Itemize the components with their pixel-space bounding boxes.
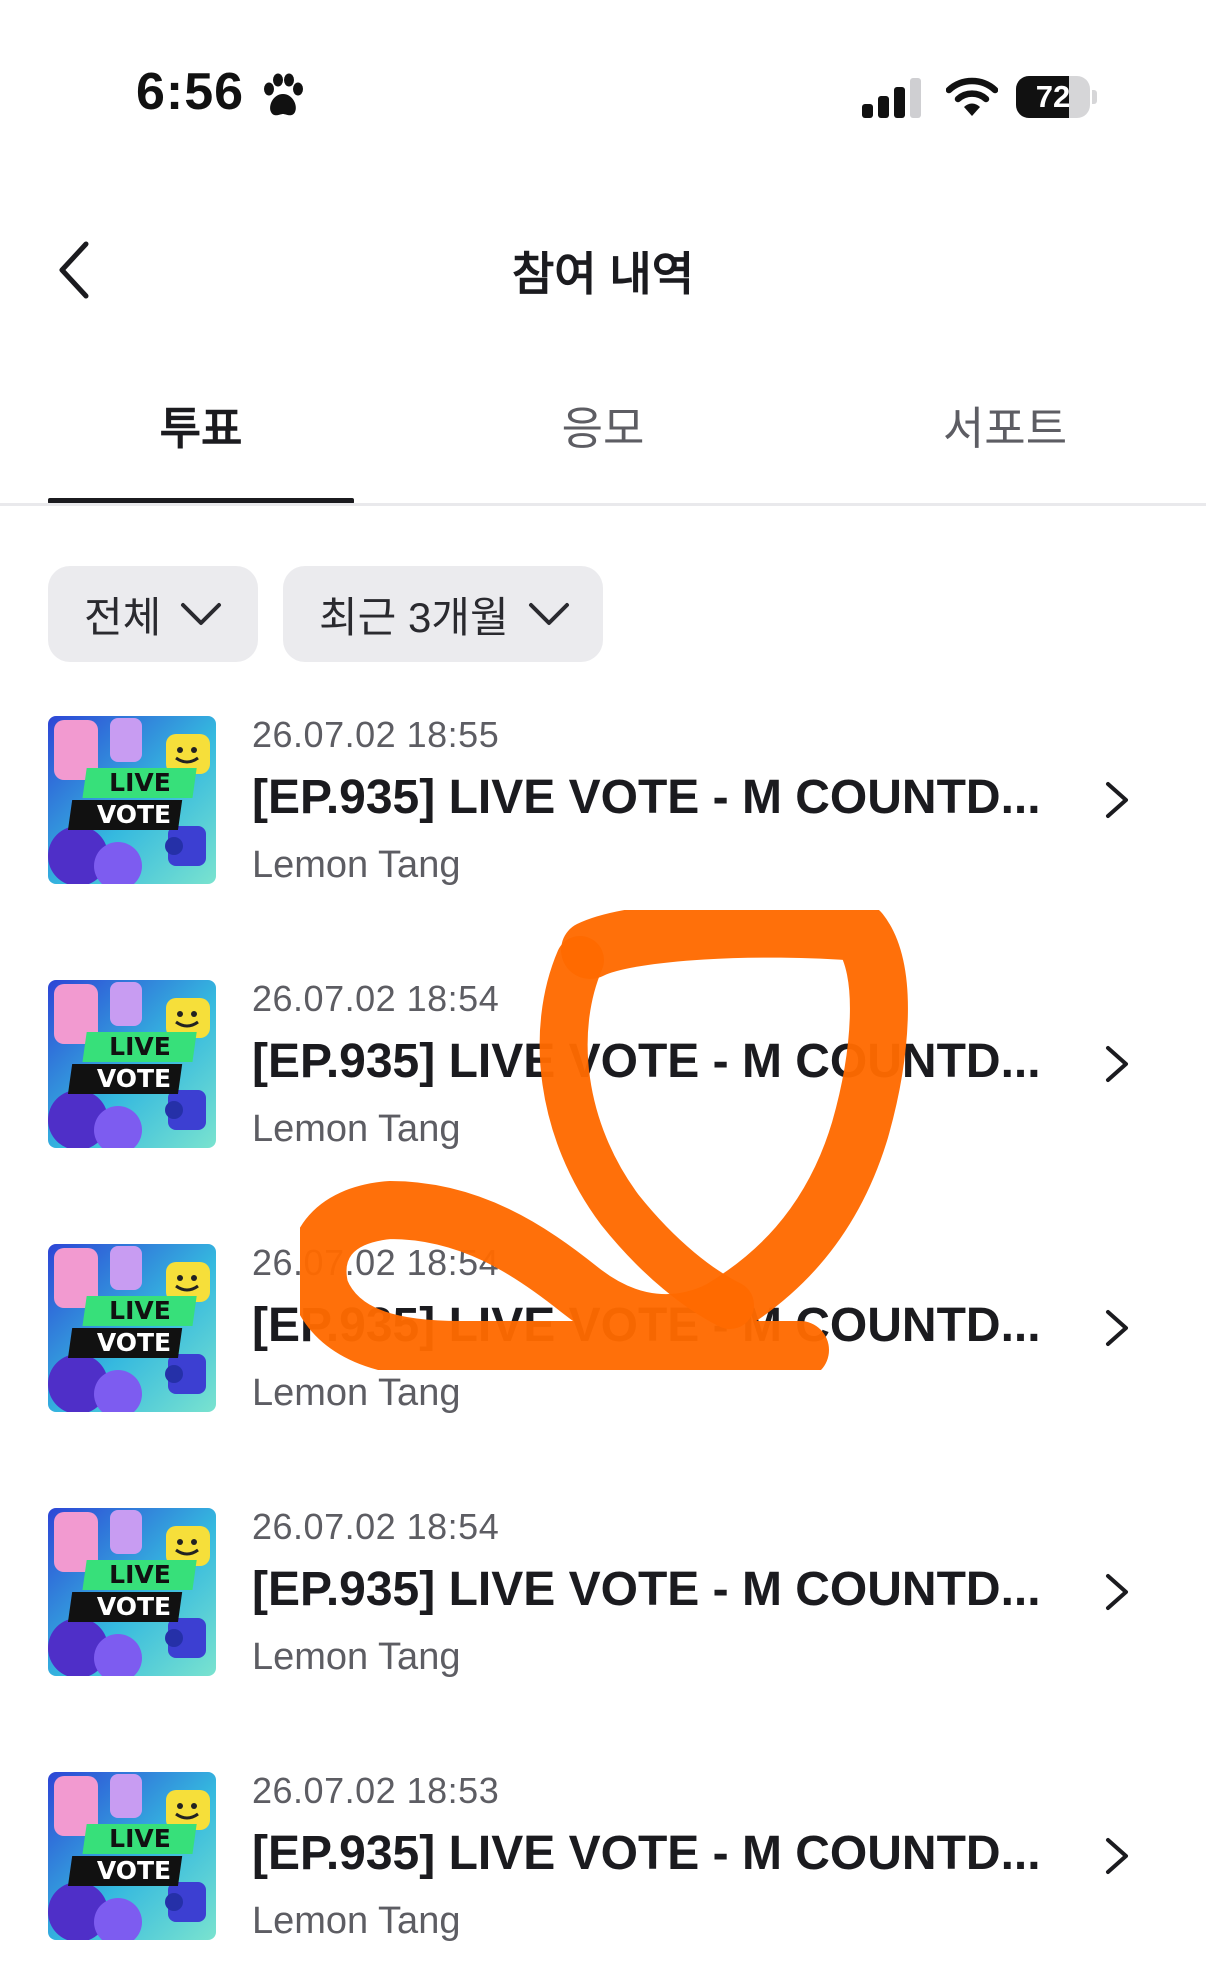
thumbnail-vote-text: VOTE [97, 1856, 171, 1885]
item-artist: Lemon Tang [252, 844, 461, 886]
thumbnail-live-text: LIVE [109, 1032, 171, 1061]
item-title: [EP.935] LIVE VOTE - M COUNTD... [252, 1035, 1041, 1088]
thumbnail-vote-text: VOTE [97, 800, 171, 829]
thumbnail-live-text: LIVE [109, 1296, 171, 1325]
tab-vote[interactable]: 투표 [48, 390, 354, 506]
live-vote-thumbnail: LIVE VOTE [48, 1772, 216, 1940]
thumbnail-live-text: LIVE [109, 768, 171, 797]
live-vote-thumbnail: LIVE VOTE [48, 716, 216, 884]
paw-icon [264, 73, 303, 116]
list-item[interactable]: LIVE VOTE 26.07.02 18:54 [EP.935] LIVE VO… [0, 1242, 1206, 1444]
thumbnail-vote-text: VOTE [97, 1064, 171, 1093]
item-date: 26.07.02 18:54 [252, 978, 500, 1019]
thumbnail-live-text: LIVE [109, 1824, 171, 1853]
page-title: 참여 내역 [511, 248, 695, 300]
item-title: [EP.935] LIVE VOTE - M COUNTD... [252, 1299, 1041, 1352]
thumbnail-vote-text: VOTE [97, 1328, 171, 1357]
thumbnail-live-text: LIVE [109, 1560, 171, 1589]
live-vote-thumbnail: LIVE VOTE [48, 1244, 216, 1412]
chevron-right-icon [1106, 1838, 1128, 1874]
chevron-right-icon [1106, 782, 1128, 818]
item-date: 26.07.02 18:55 [252, 714, 500, 755]
item-date: 26.07.02 18:54 [252, 1506, 500, 1547]
chevron-down-icon [528, 603, 569, 625]
item-artist: Lemon Tang [252, 1636, 461, 1678]
category-filter-label: 전체 [84, 593, 162, 641]
status-bar: 6:56 72 [0, 0, 1206, 190]
item-artist: Lemon Tang [252, 1372, 461, 1414]
list-item[interactable]: LIVE VOTE 26.07.02 18:54 [EP.935] LIVE VO… [0, 978, 1206, 1180]
tabs-divider [0, 503, 1206, 506]
tab-entry[interactable]: 응모 [450, 390, 756, 506]
period-filter-dropdown[interactable]: 최근 3개월 [283, 566, 603, 662]
list-item[interactable]: LIVE VOTE 26.07.02 18:54 [EP.935] LIVE VO… [0, 1506, 1206, 1708]
category-filter-dropdown[interactable]: 전체 [48, 566, 258, 662]
item-title: [EP.935] LIVE VOTE - M COUNTD... [252, 771, 1041, 824]
status-time: 6:56 [136, 63, 245, 121]
item-artist: Lemon Tang [252, 1108, 461, 1150]
tab-support[interactable]: 서포트 [852, 390, 1158, 506]
cellular-signal-icon [862, 78, 921, 118]
period-filter-label: 최근 3개월 [319, 593, 509, 641]
item-title: [EP.935] LIVE VOTE - M COUNTD... [252, 1563, 1041, 1616]
battery-icon: 72 [1016, 76, 1097, 118]
item-date: 26.07.02 18:53 [252, 1770, 500, 1811]
chevron-right-icon [1106, 1046, 1128, 1082]
chevron-down-icon [181, 603, 222, 625]
chevron-right-icon [1106, 1574, 1128, 1610]
tab-bar: 투표 응모 서포트 [0, 390, 1206, 506]
wifi-icon [946, 77, 998, 116]
list-item[interactable]: LIVE VOTE 26.07.02 18:53 [EP.935] LIVE VO… [0, 1770, 1206, 1972]
battery-percentage: 72 [1035, 79, 1071, 114]
live-vote-thumbnail: LIVE VOTE [48, 1508, 216, 1676]
live-vote-thumbnail: LIVE VOTE [48, 980, 216, 1148]
thumbnail-vote-text: VOTE [97, 1592, 171, 1621]
list-item[interactable]: LIVE VOTE 26.07.02 18:55 [EP.935] LIVE VO… [0, 714, 1206, 916]
item-artist: Lemon Tang [252, 1900, 461, 1942]
item-title: [EP.935] LIVE VOTE - M COUNTD... [252, 1827, 1041, 1880]
chevron-right-icon [1106, 1310, 1128, 1346]
item-date: 26.07.02 18:54 [252, 1242, 500, 1283]
